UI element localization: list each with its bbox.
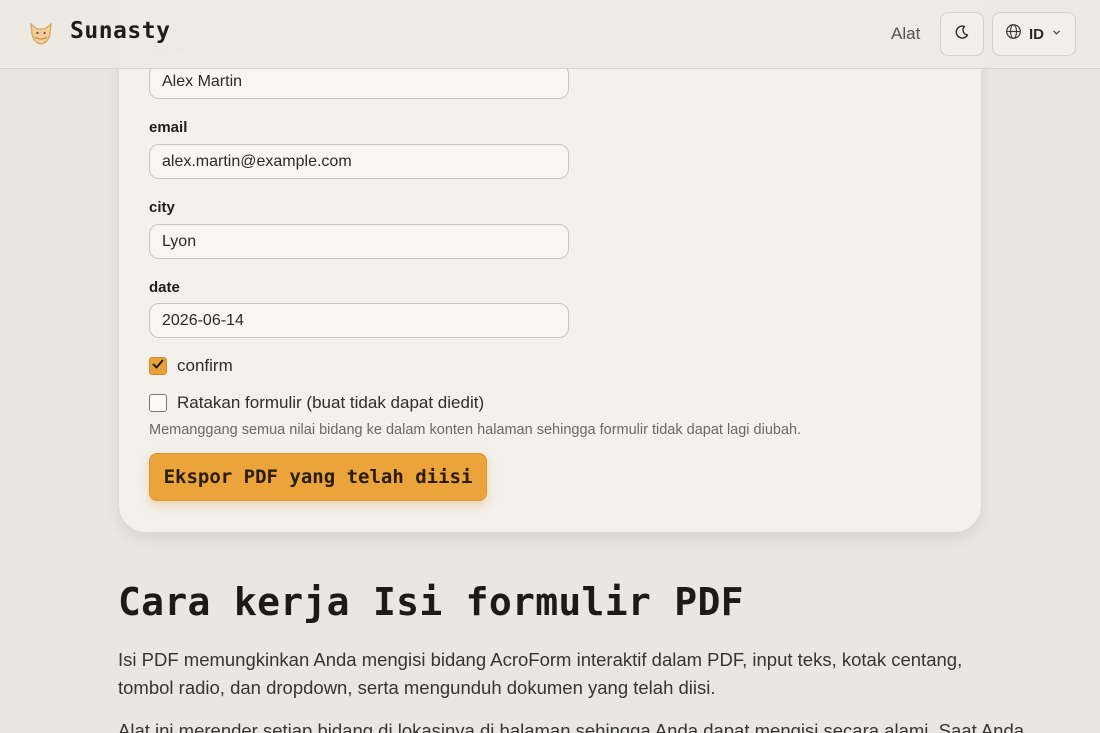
- brand-name[interactable]: Sunasty: [70, 18, 170, 44]
- top-navbar: Sunasty Alat ID: [0, 0, 1100, 69]
- email-label: email: [149, 119, 188, 136]
- flatten-checkbox[interactable]: [149, 394, 167, 412]
- chevron-down-icon: [1051, 25, 1062, 43]
- flatten-hint: Memanggang semua nilai bidang ke dalam k…: [149, 422, 802, 438]
- flatten-checkbox-row[interactable]: Ratakan formulir (buat tidak dapat diedi…: [149, 393, 484, 413]
- article-paragraph: Alat ini merender setiap bidang di lokas…: [118, 720, 1025, 733]
- article-paragraph: Isi PDF memungkinkan Anda mengisi bidang…: [118, 649, 963, 698]
- confirm-checkbox[interactable]: [149, 357, 167, 375]
- check-icon: [151, 357, 165, 376]
- confirm-label: confirm: [177, 356, 233, 375]
- confirm-checkbox-row[interactable]: confirm: [149, 356, 233, 376]
- globe-icon: [1005, 23, 1022, 45]
- fox-logo-icon[interactable]: [26, 18, 56, 48]
- language-selector[interactable]: ID: [992, 12, 1076, 56]
- name-field[interactable]: [149, 64, 569, 99]
- date-field[interactable]: [149, 303, 569, 338]
- theme-toggle-button[interactable]: [940, 12, 984, 56]
- date-label: date: [149, 279, 180, 296]
- moon-icon: [954, 24, 970, 45]
- email-field[interactable]: [149, 144, 569, 179]
- city-field[interactable]: [149, 224, 569, 259]
- section-heading: Cara kerja Isi formulir PDF: [118, 580, 744, 624]
- language-code: ID: [1029, 25, 1044, 43]
- nav-link-tools[interactable]: Alat: [891, 24, 920, 44]
- flatten-label: Ratakan formulir (buat tidak dapat diedi…: [177, 393, 485, 412]
- export-pdf-button[interactable]: Ekspor PDF yang telah diisi: [149, 453, 487, 501]
- city-label: city: [149, 199, 175, 216]
